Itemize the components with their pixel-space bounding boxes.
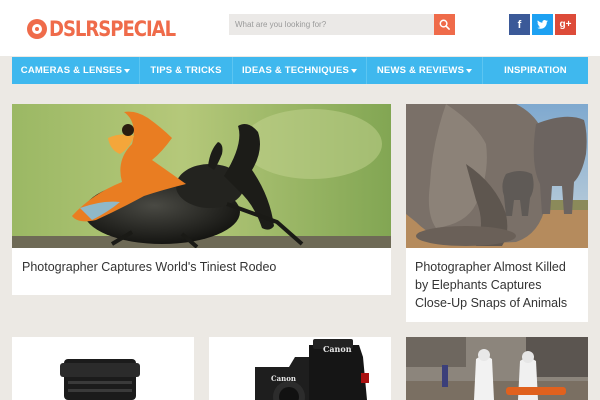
article-image[interactable] [12,104,391,248]
brand-text: Canon [323,344,352,354]
nav-item-cameras-lenses[interactable]: CAMERAS & LENSES [12,57,140,84]
title-line: Photographer Almost Killed [415,260,566,274]
nav-item-news-reviews[interactable]: NEWS & REVIEWS [367,57,483,84]
nav-label: INSPIRATION [504,65,567,76]
article-card[interactable]: Photographer Captures World's Tiniest Ro… [12,104,391,295]
search-input[interactable] [229,14,429,35]
google-plus-button[interactable]: g+ [555,14,576,35]
search-button[interactable] [434,14,455,35]
facebook-icon: f [517,18,522,31]
twitter-icon [537,20,548,29]
aperture-icon [27,19,47,39]
article-image[interactable] [209,337,391,400]
nav-item-tips-tricks[interactable]: TIPS & TRICKS [140,57,233,84]
nav-label: NEWS & REVIEWS [376,65,465,76]
nav-item-inspiration[interactable]: INSPIRATION [483,57,588,84]
caret-down-icon [351,68,358,73]
article-image[interactable] [406,337,588,400]
article-card[interactable]: Photographer Almost Killed by Elephants … [406,104,588,322]
caret-down-icon [466,68,473,73]
article-image[interactable] [12,337,194,400]
search-icon [439,19,450,30]
article-title[interactable]: Photographer Almost Killed by Elephants … [415,258,587,312]
nav-label: CAMERAS & LENSES [20,65,123,76]
search-bar [229,14,455,35]
logo-text: DSLRSPECIAL [49,17,176,41]
article-image[interactable] [406,104,588,248]
main-nav: CAMERAS & LENSES TIPS & TRICKS IDEAS & T… [12,57,588,84]
caret-down-icon [124,68,131,73]
title-line: Close-Up Snaps of Animals [415,296,568,310]
twitter-button[interactable] [532,14,553,35]
nav-label: TIPS & TRICKS [150,65,222,76]
article-title[interactable]: Photographer Captures World's Tiniest Ro… [22,258,382,276]
site-header: DSLRSPECIAL f g+ [0,0,600,56]
google-plus-icon: g+ [559,19,572,30]
nav-label: IDEAS & TECHNIQUES [241,65,350,76]
article-card[interactable] [12,337,194,400]
facebook-button[interactable]: f [509,14,530,35]
nav-item-ideas-techniques[interactable]: IDEAS & TECHNIQUES [233,57,367,84]
article-card[interactable] [406,337,588,400]
brand-text: Canon [271,374,296,383]
site-logo[interactable]: DSLRSPECIAL [27,16,196,42]
article-card[interactable]: Canon Canon [209,337,391,400]
title-line: by Elephants Captures [415,278,542,292]
